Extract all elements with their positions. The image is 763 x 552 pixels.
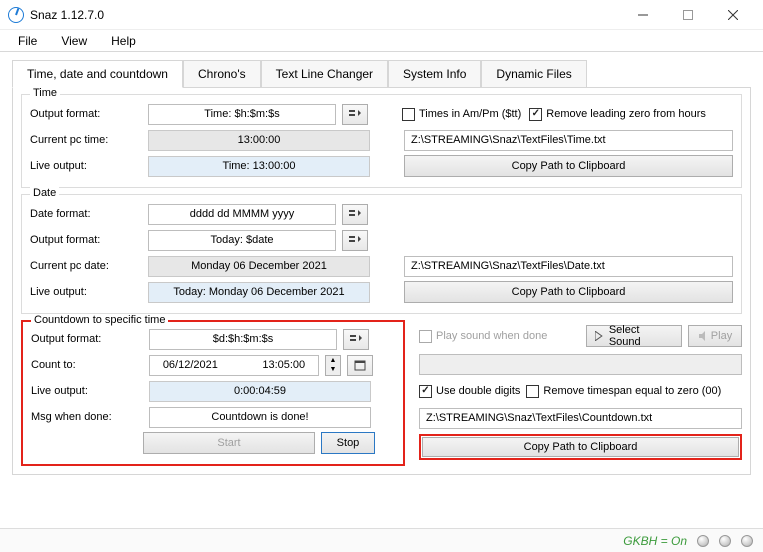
time-copy-path-button[interactable]: Copy Path to Clipboard (404, 155, 733, 177)
date-path-input[interactable]: Z:\STREAMING\Snaz\TextFiles\Date.txt (404, 256, 733, 277)
window-title: Snaz 1.12.7.0 (30, 8, 620, 22)
countdown-live-label: Live output: (31, 385, 143, 397)
countdown-play-sound-checkbox[interactable]: Play sound when done (419, 330, 547, 343)
play-sound-button[interactable]: Play (688, 325, 742, 347)
tab-system-info[interactable]: System Info (388, 60, 481, 87)
countdown-sound-path (419, 354, 742, 375)
time-format-helper-button[interactable] (342, 104, 368, 125)
countdown-stop-button[interactable]: Stop (321, 432, 375, 454)
date-legend: Date (30, 187, 59, 199)
countdown-path-input[interactable]: Z:\STREAMING\Snaz\TextFiles\Countdown.tx… (419, 408, 742, 429)
date-live-label: Live output: (30, 286, 142, 298)
time-live-label: Live output: (30, 160, 142, 172)
status-gkbh: GKBH = On (623, 534, 687, 548)
countdown-datetime-input[interactable]: 06/12/2021 13:05:00 (149, 355, 319, 376)
menu-file[interactable]: File (8, 32, 47, 50)
date-format-label: Date format: (30, 208, 142, 220)
time-live-output: Time: 13:00:00 (148, 156, 370, 177)
countdown-calendar-button[interactable] (347, 355, 373, 376)
countdown-msg-input[interactable]: Countdown is done! (149, 407, 371, 428)
date-live-output: Today: Monday 06 December 2021 (148, 282, 370, 303)
close-button[interactable] (710, 0, 755, 29)
tab-time-date-countdown[interactable]: Time, date and countdown (12, 60, 183, 88)
date-format-helper-button[interactable] (342, 204, 368, 225)
countdown-remove-zero-checkbox[interactable]: Remove timespan equal to zero (00) (526, 385, 721, 398)
tab-chronos[interactable]: Chrono's (183, 60, 261, 87)
countdown-live-output: 0:00:04:59 (149, 381, 371, 402)
countdown-start-button[interactable]: Start (143, 432, 315, 454)
countdown-msg-label: Msg when done: (31, 411, 143, 423)
date-copy-path-button[interactable]: Copy Path to Clipboard (404, 281, 733, 303)
date-current-label: Current pc date: (30, 260, 142, 272)
menu-help[interactable]: Help (101, 32, 146, 50)
tab-text-line-changer[interactable]: Text Line Changer (261, 60, 388, 87)
countdown-output-format-input[interactable]: $d:$h:$m:$s (149, 329, 337, 350)
time-current-label: Current pc time: (30, 134, 142, 146)
time-output-format-label: Output format: (30, 108, 142, 120)
time-ampm-checkbox[interactable]: Times in Am/Pm ($tt) (402, 108, 521, 121)
status-led-1 (697, 535, 709, 547)
date-current-display: Monday 06 December 2021 (148, 256, 370, 277)
date-output-format-label: Output format: (30, 234, 142, 246)
maximize-button[interactable] (665, 0, 710, 29)
date-output-format-input[interactable]: Today: $date (148, 230, 336, 251)
countdown-double-digits-checkbox[interactable]: Use double digits (419, 385, 520, 398)
date-output-helper-button[interactable] (342, 230, 368, 251)
countdown-output-format-label: Output format: (31, 333, 143, 345)
minimize-button[interactable] (620, 0, 665, 29)
date-format-input[interactable]: dddd dd MMMM yyyy (148, 204, 336, 225)
status-led-2 (719, 535, 731, 547)
countdown-format-helper-button[interactable] (343, 329, 369, 350)
countdown-count-to-label: Count to: (31, 359, 143, 371)
menu-view[interactable]: View (51, 32, 97, 50)
time-path-input[interactable]: Z:\STREAMING\Snaz\TextFiles\Time.txt (404, 130, 733, 151)
countdown-datetime-spinner[interactable]: ▲▼ (325, 355, 341, 376)
countdown-group: Countdown to specific time Output format… (21, 320, 405, 466)
time-output-format-input[interactable]: Time: $h:$m:$s (148, 104, 336, 125)
time-remove-leading-zero-checkbox[interactable]: Remove leading zero from hours (529, 108, 706, 121)
countdown-copy-path-button[interactable]: Copy Path to Clipboard (422, 437, 739, 457)
tab-dynamic-files[interactable]: Dynamic Files (481, 60, 586, 87)
countdown-legend: Countdown to specific time (31, 314, 168, 326)
time-legend: Time (30, 87, 60, 99)
time-current-display: 13:00:00 (148, 130, 370, 151)
app-icon (8, 7, 24, 23)
select-sound-button[interactable]: Select Sound (586, 325, 682, 347)
status-led-3 (741, 535, 753, 547)
